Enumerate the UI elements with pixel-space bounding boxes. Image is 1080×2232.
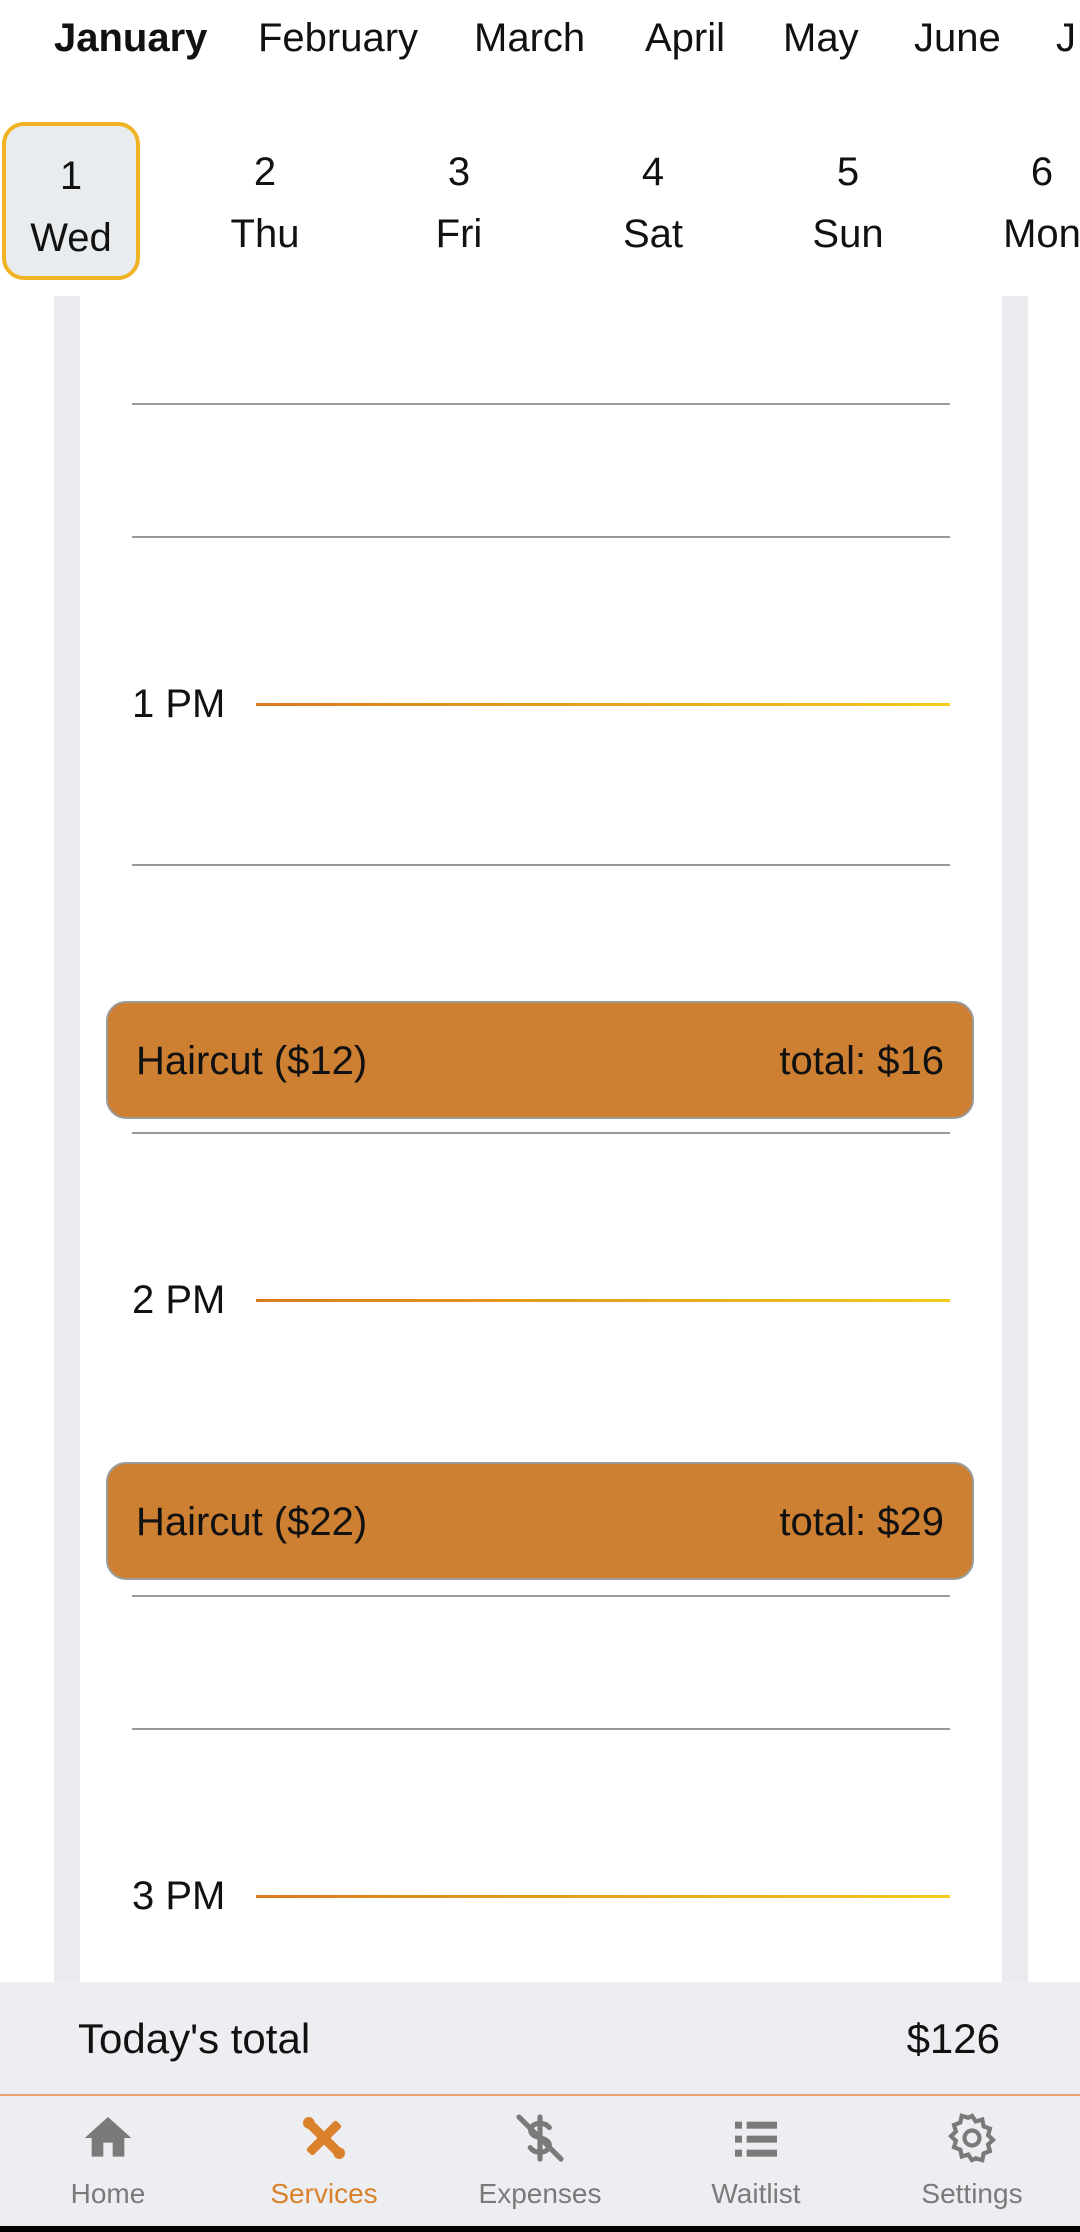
hour-label: 2 PM <box>132 1278 226 1322</box>
day-number: 3 <box>447 150 471 194</box>
day-2[interactable]: 2 Thu <box>196 122 334 280</box>
nav-label: Expenses <box>478 2178 602 2209</box>
todays-total-bar: Today's total $126 <box>0 1982 1080 2096</box>
month-january[interactable]: January <box>54 12 207 64</box>
nav-label: Waitlist <box>711 2178 801 2209</box>
day-weekday: Sat <box>622 212 684 256</box>
home-icon <box>84 2117 132 2157</box>
month-july-partial[interactable]: J <box>1056 12 1076 64</box>
day-3[interactable]: 3 Fri <box>390 122 528 280</box>
hour-line <box>256 1895 950 1898</box>
nav-label: Settings <box>921 2178 1023 2209</box>
hour-row-3pm: 3 PM <box>132 1870 950 1922</box>
hour-label: 3 PM <box>132 1874 226 1918</box>
scissors-ruler-icon <box>303 2117 345 2159</box>
appointment-card[interactable]: Haircut ($12) total: $16 <box>106 1001 974 1119</box>
timeline-right-rail <box>1002 296 1028 1982</box>
day-weekday: Thu <box>230 212 300 256</box>
nav-waitlist[interactable]: Waitlist <box>648 2096 864 2232</box>
day-number: 5 <box>836 150 860 194</box>
todays-total-label: Today's total <box>78 2015 311 2062</box>
quarter-hour-line <box>132 1728 950 1730</box>
month-june[interactable]: June <box>914 12 1001 64</box>
day-weekday: Wed <box>30 216 112 260</box>
day-weekday: Sun <box>812 212 884 256</box>
day-number: 4 <box>641 150 665 194</box>
day-4[interactable]: 4 Sat <box>584 122 722 280</box>
quarter-hour-line <box>132 864 950 866</box>
gear-icon <box>947 2113 997 2163</box>
list-icon <box>735 2121 777 2157</box>
quarter-hour-line <box>132 403 950 405</box>
todays-total-amount: $126 <box>906 2015 1000 2062</box>
day-5[interactable]: 5 Sun <box>779 122 917 280</box>
month-february[interactable]: February <box>258 12 418 64</box>
appointment-service: Haircut ($22) <box>136 1500 368 1544</box>
day-1[interactable]: 1 Wed <box>2 122 140 280</box>
system-gesture-bar <box>0 2226 1080 2232</box>
appointment-total: total: $29 <box>779 1500 944 1544</box>
appointment-total: total: $16 <box>779 1039 944 1083</box>
month-bar: January February March April May June J <box>0 0 1080 78</box>
appointment-card[interactable]: Haircut ($22) total: $29 <box>106 1462 974 1580</box>
day-strip: 1 Wed 2 Thu 3 Fri 4 Sat 5 Sun 6 Mon <box>0 118 1080 286</box>
quarter-hour-line <box>132 1132 950 1134</box>
nav-settings[interactable]: Settings <box>864 2096 1080 2232</box>
day-weekday: Mon <box>1003 212 1080 256</box>
month-march[interactable]: March <box>474 12 585 64</box>
quarter-hour-line <box>132 1595 950 1597</box>
no-dollar-icon <box>516 2114 564 2162</box>
day-number: 2 <box>253 150 277 194</box>
hour-row-2pm: 2 PM <box>132 1274 950 1326</box>
appointment-service: Haircut ($12) <box>136 1039 368 1083</box>
hour-row-1pm: 1 PM <box>132 678 950 730</box>
day-number: 1 <box>59 154 83 198</box>
month-may[interactable]: May <box>783 12 859 64</box>
hour-line <box>256 703 950 706</box>
bottom-navigation: Home Services Expenses Waitlist Settings <box>0 2096 1080 2232</box>
month-april[interactable]: April <box>645 12 725 64</box>
nav-label: Home <box>70 2178 146 2209</box>
day-number: 6 <box>1030 150 1054 194</box>
nav-home[interactable]: Home <box>0 2096 216 2232</box>
day-timeline[interactable]: 1 PM Haircut ($12) total: $16 2 PM Hairc… <box>0 296 1080 1982</box>
timeline-left-rail <box>54 296 80 1982</box>
nav-services[interactable]: Services <box>216 2096 432 2232</box>
quarter-hour-line <box>132 536 950 538</box>
nav-expenses[interactable]: Expenses <box>432 2096 648 2232</box>
hour-label: 1 PM <box>132 682 226 726</box>
day-6[interactable]: 6 Mon <box>973 122 1080 280</box>
hour-line <box>256 1299 950 1302</box>
nav-label: Services <box>270 2178 378 2209</box>
day-weekday: Fri <box>435 212 483 256</box>
